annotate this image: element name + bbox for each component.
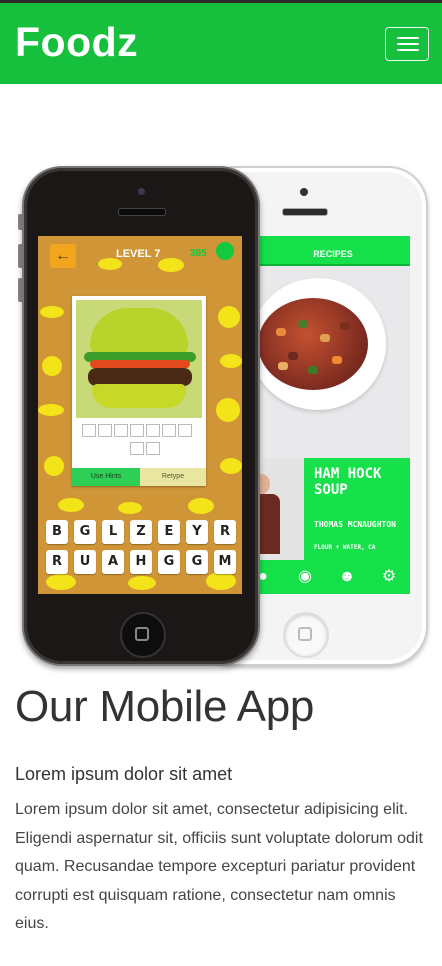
brand-logo[interactable]: Foodz	[15, 19, 138, 66]
coin-count: 385	[190, 248, 207, 259]
recipes-header: RECIPES	[256, 236, 410, 268]
hamburger-menu-icon[interactable]	[385, 27, 429, 61]
burger-photo	[76, 300, 202, 418]
key[interactable]: M	[214, 550, 236, 574]
tab-bar: ● ◉ ☻ ⚙	[256, 560, 410, 594]
key[interactable]: G	[186, 550, 208, 574]
phone-camera	[138, 188, 145, 195]
hint-bar: Use Hints Retype	[72, 468, 206, 486]
key[interactable]: B	[46, 520, 68, 544]
key[interactable]: G	[158, 550, 180, 574]
soup	[258, 298, 368, 390]
key[interactable]: H	[130, 550, 152, 574]
home-button	[283, 612, 329, 658]
answer-slots	[80, 424, 198, 455]
section-title: Our Mobile App	[15, 682, 315, 731]
key[interactable]: E	[158, 520, 180, 544]
key[interactable]: L	[102, 520, 124, 544]
navbar: Foodz	[0, 0, 442, 84]
section-body: Lorem ipsum dolor sit amet, consectetur …	[15, 801, 423, 932]
recipe-title: HAM HOCK SOUP	[314, 466, 382, 498]
soup-photo	[256, 266, 410, 460]
phone-speaker	[282, 208, 328, 216]
phones-image: RECIPES HAM HOCK SOUP THOMAS MCNAUGHTON …	[0, 150, 442, 670]
chef-photo	[256, 458, 304, 560]
level-label: LEVEL 7	[116, 248, 161, 260]
home-button	[120, 612, 166, 658]
section-subtitle: Lorem ipsum dolor sit amet	[15, 764, 233, 784]
gear-icon: ⚙	[381, 568, 397, 585]
arrow-left-icon[interactable]: ←	[50, 244, 76, 268]
key[interactable]: G	[74, 520, 96, 544]
people-icon: ☻	[338, 568, 356, 585]
plate-cutlery-icon: ◉	[298, 568, 312, 585]
use-hints-button[interactable]: Use Hints	[72, 468, 140, 486]
key[interactable]: R	[46, 550, 68, 574]
game-screen: ← LEVEL 7 385 Use Hints Retype B G L Z E…	[38, 236, 242, 594]
key[interactable]: Y	[186, 520, 208, 544]
puzzle-card: Use Hints Retype	[72, 296, 206, 486]
phone-speaker	[118, 208, 166, 216]
recipe-card: HAM HOCK SOUP THOMAS MCNAUGHTON FLOUR + …	[304, 458, 410, 560]
phone-camera	[300, 188, 308, 196]
chef-name: THOMAS MCNAUGHTON	[314, 520, 396, 529]
key[interactable]: A	[102, 550, 124, 574]
coin-icon	[216, 242, 234, 260]
key[interactable]: Z	[130, 520, 152, 544]
bowl	[256, 278, 386, 410]
retype-button[interactable]: Retype	[140, 468, 206, 486]
recipes-screen: RECIPES HAM HOCK SOUP THOMAS MCNAUGHTON …	[256, 236, 410, 594]
key[interactable]: R	[214, 520, 236, 544]
recipe-meta: FLOUR + WATER, CA	[314, 544, 376, 551]
key[interactable]: U	[74, 550, 96, 574]
